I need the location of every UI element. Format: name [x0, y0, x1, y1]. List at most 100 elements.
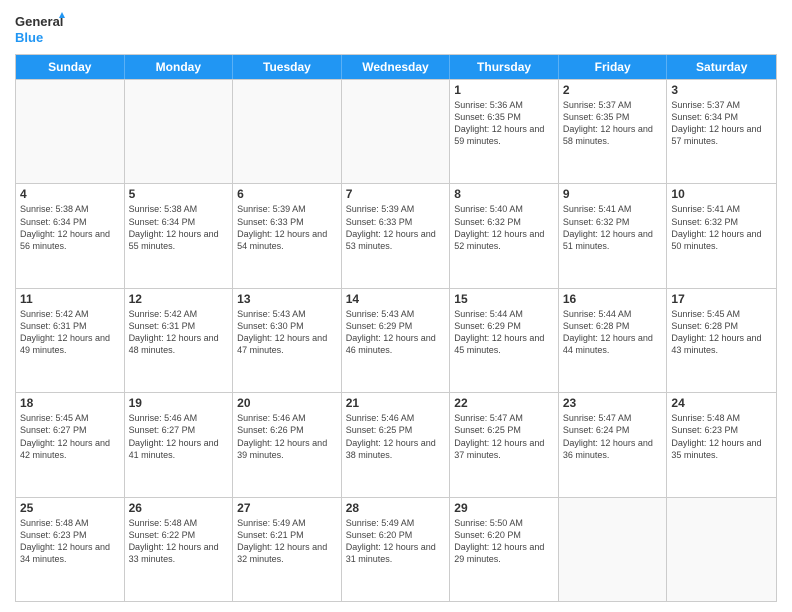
- calendar-row-3: 18Sunrise: 5:45 AM Sunset: 6:27 PM Dayli…: [16, 392, 776, 496]
- day-number-3: 3: [671, 83, 772, 97]
- calendar-row-4: 25Sunrise: 5:48 AM Sunset: 6:23 PM Dayli…: [16, 497, 776, 601]
- day-number-21: 21: [346, 396, 446, 410]
- calendar-cell-2-2: 13Sunrise: 5:43 AM Sunset: 6:30 PM Dayli…: [233, 289, 342, 392]
- day-number-29: 29: [454, 501, 554, 515]
- svg-text:Blue: Blue: [15, 30, 43, 45]
- calendar-cell-1-2: 6 Sunrise: 5:39 AM Sunset: 6:33 PM Daylig…: [233, 184, 342, 287]
- calendar-cell-0-4: 1 Sunrise: 5:36 AM Sunset: 6:35 PM Daylig…: [450, 80, 559, 183]
- day-detail-29: Sunrise: 5:50 AM Sunset: 6:20 PM Dayligh…: [454, 517, 554, 566]
- day-detail-12: Sunrise: 5:42 AM Sunset: 6:31 PM Dayligh…: [129, 308, 229, 357]
- calendar-cell-3-3: 21 Sunrise: 5:46 AM Sunset: 6:25 PM Dayli…: [342, 393, 451, 496]
- day-number-20: 20: [237, 396, 337, 410]
- calendar-cell-4-6: [667, 498, 776, 601]
- calendar-cell-0-2: [233, 80, 342, 183]
- day-number-26: 26: [129, 501, 229, 515]
- header-cell-tuesday: Tuesday: [233, 55, 342, 79]
- day-number-22: 22: [454, 396, 554, 410]
- calendar-row-2: 11 Sunrise: 5:42 AM Sunset: 6:31 PM Dayli…: [16, 288, 776, 392]
- day-number-16: 16: [563, 292, 663, 306]
- day-detail-2: Sunrise: 5:37 AM Sunset: 6:35 PM Dayligh…: [563, 99, 663, 148]
- day-number-2: 2: [563, 83, 663, 97]
- day-detail-25: Sunrise: 5:48 AM Sunset: 6:23 PM Dayligh…: [20, 517, 120, 566]
- header-cell-thursday: Thursday: [450, 55, 559, 79]
- calendar-cell-2-4: 15Sunrise: 5:44 AM Sunset: 6:29 PM Dayli…: [450, 289, 559, 392]
- day-detail-5: Sunrise: 5:38 AM Sunset: 6:34 PM Dayligh…: [129, 203, 229, 252]
- calendar-cell-0-3: [342, 80, 451, 183]
- day-number-4: 4: [20, 187, 120, 201]
- day-detail-14: Sunrise: 5:43 AM Sunset: 6:29 PM Dayligh…: [346, 308, 446, 357]
- calendar-cell-0-6: 3Sunrise: 5:37 AM Sunset: 6:34 PM Daylig…: [667, 80, 776, 183]
- day-number-15: 15: [454, 292, 554, 306]
- day-detail-18: Sunrise: 5:45 AM Sunset: 6:27 PM Dayligh…: [20, 412, 120, 461]
- calendar-row-1: 4 Sunrise: 5:38 AM Sunset: 6:34 PM Daylig…: [16, 183, 776, 287]
- logo-svg: General Blue: [15, 10, 65, 48]
- calendar-cell-3-1: 19 Sunrise: 5:46 AM Sunset: 6:27 PM Dayli…: [125, 393, 234, 496]
- calendar-cell-1-3: 7 Sunrise: 5:39 AM Sunset: 6:33 PM Daylig…: [342, 184, 451, 287]
- calendar-cell-0-1: [125, 80, 234, 183]
- day-number-17: 17: [671, 292, 772, 306]
- calendar-cell-4-0: 25Sunrise: 5:48 AM Sunset: 6:23 PM Dayli…: [16, 498, 125, 601]
- header-cell-sunday: Sunday: [16, 55, 125, 79]
- day-detail-19: Sunrise: 5:46 AM Sunset: 6:27 PM Dayligh…: [129, 412, 229, 461]
- day-detail-28: Sunrise: 5:49 AM Sunset: 6:20 PM Dayligh…: [346, 517, 446, 566]
- day-number-12: 12: [129, 292, 229, 306]
- calendar-cell-2-3: 14Sunrise: 5:43 AM Sunset: 6:29 PM Dayli…: [342, 289, 451, 392]
- calendar-cell-4-3: 28Sunrise: 5:49 AM Sunset: 6:20 PM Dayli…: [342, 498, 451, 601]
- header-cell-friday: Friday: [559, 55, 668, 79]
- calendar-cell-1-5: 9Sunrise: 5:41 AM Sunset: 6:32 PM Daylig…: [559, 184, 668, 287]
- day-detail-1: Sunrise: 5:36 AM Sunset: 6:35 PM Dayligh…: [454, 99, 554, 148]
- calendar-body: 1 Sunrise: 5:36 AM Sunset: 6:35 PM Daylig…: [16, 79, 776, 601]
- calendar-cell-1-0: 4 Sunrise: 5:38 AM Sunset: 6:34 PM Daylig…: [16, 184, 125, 287]
- calendar-cell-2-6: 17 Sunrise: 5:45 AM Sunset: 6:28 PM Dayli…: [667, 289, 776, 392]
- day-detail-24: Sunrise: 5:48 AM Sunset: 6:23 PM Dayligh…: [671, 412, 772, 461]
- day-detail-10: Sunrise: 5:41 AM Sunset: 6:32 PM Dayligh…: [671, 203, 772, 252]
- calendar-row-0: 1 Sunrise: 5:36 AM Sunset: 6:35 PM Daylig…: [16, 79, 776, 183]
- calendar-cell-0-0: [16, 80, 125, 183]
- day-number-11: 11: [20, 292, 120, 306]
- day-detail-9: Sunrise: 5:41 AM Sunset: 6:32 PM Dayligh…: [563, 203, 663, 252]
- day-detail-7: Sunrise: 5:39 AM Sunset: 6:33 PM Dayligh…: [346, 203, 446, 252]
- day-number-10: 10: [671, 187, 772, 201]
- day-detail-17: Sunrise: 5:45 AM Sunset: 6:28 PM Dayligh…: [671, 308, 772, 357]
- calendar: SundayMondayTuesdayWednesdayThursdayFrid…: [15, 54, 777, 602]
- day-number-19: 19: [129, 396, 229, 410]
- calendar-cell-3-4: 22Sunrise: 5:47 AM Sunset: 6:25 PM Dayli…: [450, 393, 559, 496]
- calendar-header-row: SundayMondayTuesdayWednesdayThursdayFrid…: [16, 55, 776, 79]
- day-number-27: 27: [237, 501, 337, 515]
- day-number-7: 7: [346, 187, 446, 201]
- calendar-cell-4-1: 26 Sunrise: 5:48 AM Sunset: 6:22 PM Dayli…: [125, 498, 234, 601]
- logo: General Blue: [15, 10, 65, 48]
- calendar-cell-4-5: [559, 498, 668, 601]
- calendar-cell-1-4: 8 Sunrise: 5:40 AM Sunset: 6:32 PM Daylig…: [450, 184, 559, 287]
- day-number-5: 5: [129, 187, 229, 201]
- calendar-cell-4-4: 29 Sunrise: 5:50 AM Sunset: 6:20 PM Dayli…: [450, 498, 559, 601]
- day-detail-26: Sunrise: 5:48 AM Sunset: 6:22 PM Dayligh…: [129, 517, 229, 566]
- calendar-cell-1-1: 5 Sunrise: 5:38 AM Sunset: 6:34 PM Daylig…: [125, 184, 234, 287]
- calendar-cell-2-5: 16 Sunrise: 5:44 AM Sunset: 6:28 PM Dayli…: [559, 289, 668, 392]
- day-number-1: 1: [454, 83, 554, 97]
- day-detail-16: Sunrise: 5:44 AM Sunset: 6:28 PM Dayligh…: [563, 308, 663, 357]
- day-detail-4: Sunrise: 5:38 AM Sunset: 6:34 PM Dayligh…: [20, 203, 120, 252]
- header-cell-monday: Monday: [125, 55, 234, 79]
- day-detail-21: Sunrise: 5:46 AM Sunset: 6:25 PM Dayligh…: [346, 412, 446, 461]
- calendar-cell-2-0: 11 Sunrise: 5:42 AM Sunset: 6:31 PM Dayli…: [16, 289, 125, 392]
- day-number-8: 8: [454, 187, 554, 201]
- calendar-cell-3-6: 24 Sunrise: 5:48 AM Sunset: 6:23 PM Dayli…: [667, 393, 776, 496]
- calendar-cell-2-1: 12 Sunrise: 5:42 AM Sunset: 6:31 PM Dayli…: [125, 289, 234, 392]
- calendar-cell-4-2: 27 Sunrise: 5:49 AM Sunset: 6:21 PM Dayli…: [233, 498, 342, 601]
- day-number-23: 23: [563, 396, 663, 410]
- day-detail-27: Sunrise: 5:49 AM Sunset: 6:21 PM Dayligh…: [237, 517, 337, 566]
- day-detail-6: Sunrise: 5:39 AM Sunset: 6:33 PM Dayligh…: [237, 203, 337, 252]
- calendar-cell-1-6: 10 Sunrise: 5:41 AM Sunset: 6:32 PM Dayli…: [667, 184, 776, 287]
- calendar-cell-3-0: 18Sunrise: 5:45 AM Sunset: 6:27 PM Dayli…: [16, 393, 125, 496]
- day-detail-8: Sunrise: 5:40 AM Sunset: 6:32 PM Dayligh…: [454, 203, 554, 252]
- header: General Blue: [15, 10, 777, 48]
- day-detail-11: Sunrise: 5:42 AM Sunset: 6:31 PM Dayligh…: [20, 308, 120, 357]
- header-cell-saturday: Saturday: [667, 55, 776, 79]
- day-number-6: 6: [237, 187, 337, 201]
- day-number-24: 24: [671, 396, 772, 410]
- calendar-cell-3-2: 20Sunrise: 5:46 AM Sunset: 6:26 PM Dayli…: [233, 393, 342, 496]
- day-detail-23: Sunrise: 5:47 AM Sunset: 6:24 PM Dayligh…: [563, 412, 663, 461]
- day-number-13: 13: [237, 292, 337, 306]
- svg-text:General: General: [15, 14, 63, 29]
